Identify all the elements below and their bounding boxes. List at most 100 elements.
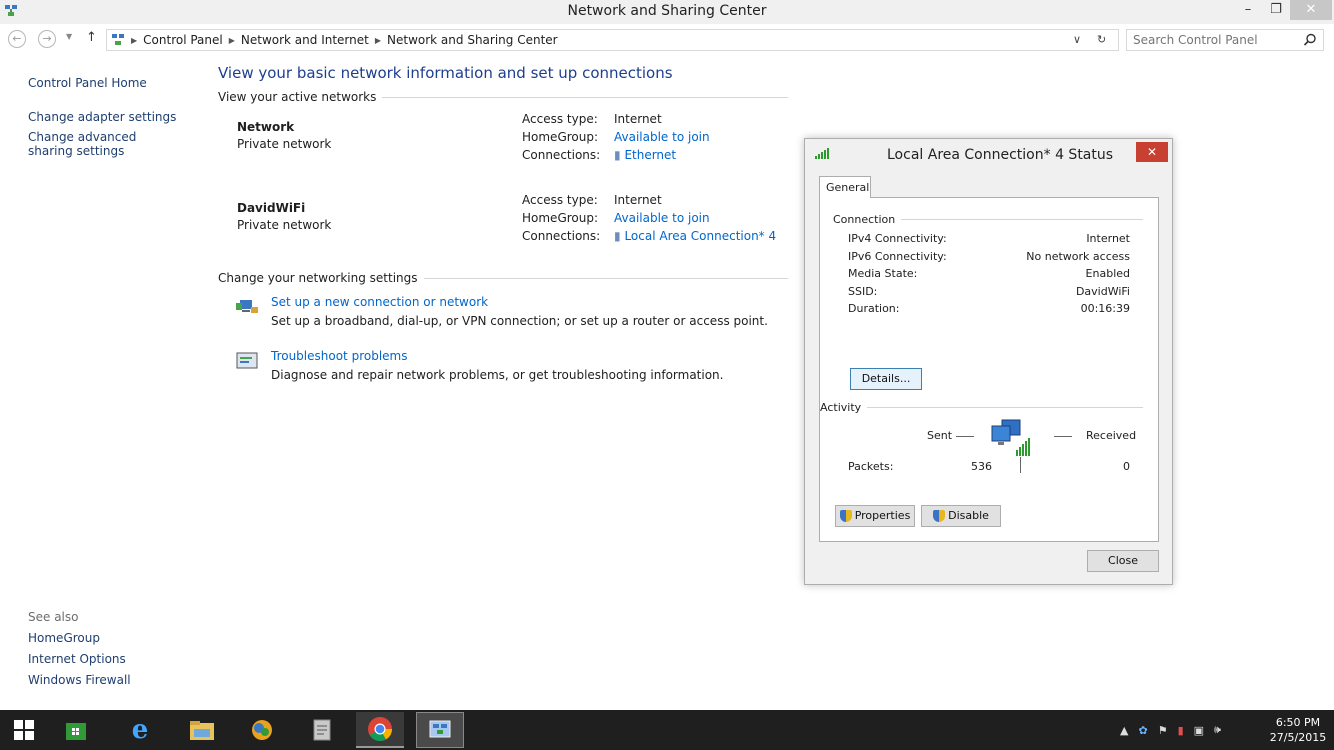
action-center-flag-icon[interactable]: ⚑ <box>1158 724 1168 737</box>
clock-time: 6:50 PM <box>1275 716 1321 729</box>
crumb-control-panel[interactable]: Control Panel <box>143 33 223 47</box>
network-properties: Access type: Internet HomeGroup: Available… <box>522 191 776 245</box>
access-type-value: Internet <box>614 112 662 126</box>
new-connection-icon <box>236 300 258 313</box>
active-networks-header: View your active networks <box>218 90 788 104</box>
address-dropdown-icon[interactable]: ∨ <box>1073 33 1081 46</box>
network-activity-icon <box>991 419 1030 456</box>
minimize-button[interactable]: – <box>1234 0 1262 20</box>
clock[interactable]: 6:50 PM 27/5/2015 <box>1266 715 1330 745</box>
connections-label: Connections: <box>522 229 601 243</box>
setup-connection-link[interactable]: Set up a new connection or network <box>271 295 488 309</box>
network-category[interactable]: Private network <box>237 137 331 151</box>
ethernet-connection-link[interactable]: ▮ Ethernet <box>614 146 676 164</box>
network-center-taskbar-button[interactable] <box>416 712 464 748</box>
networking-settings-header: Change your networking settings <box>218 271 788 285</box>
left-navigation: Control Panel Home Change adapter settin… <box>28 76 198 164</box>
change-advanced-sharing-settings-link[interactable]: Change advanced sharing settings <box>28 130 178 158</box>
breadcrumb-separator-icon[interactable]: ▶ <box>131 36 137 45</box>
wifi-connection-link[interactable]: ▮ Local Area Connection* 4 <box>614 227 776 245</box>
app-tray-icon[interactable]: ✿ <box>1138 724 1147 737</box>
signal-strength-icon <box>815 148 829 159</box>
troubleshoot-link[interactable]: Troubleshoot problems <box>271 349 407 363</box>
search-icon[interactable] <box>1303 33 1317 47</box>
windows-logo-icon <box>14 720 34 740</box>
crumb-network-and-sharing-center[interactable]: Network and Sharing Center <box>387 33 558 47</box>
search-input[interactable] <box>1133 33 1293 47</box>
homegroup-label: HomeGroup: <box>522 211 599 225</box>
dialog-close-x-button[interactable]: ✕ <box>1136 142 1168 162</box>
network-tray-icon[interactable]: ▣ <box>1194 724 1204 737</box>
notepad-taskbar-button[interactable] <box>298 712 346 748</box>
search-box[interactable] <box>1126 29 1324 51</box>
app-taskbar-button[interactable] <box>238 712 286 748</box>
disable-button[interactable]: Disable <box>921 505 1001 527</box>
start-button[interactable] <box>0 712 48 748</box>
store-taskbar-button[interactable] <box>52 712 100 748</box>
network-name: DavidWiFi <box>237 201 306 215</box>
packets-received-value: 0 <box>1123 460 1130 473</box>
volume-icon[interactable]: 🕪 <box>1214 723 1221 737</box>
windows-firewall-link[interactable]: Windows Firewall <box>28 673 131 687</box>
details-button[interactable]: Details... <box>850 368 922 390</box>
change-adapter-settings-link[interactable]: Change adapter settings <box>28 110 198 124</box>
file-explorer-icon <box>190 721 214 740</box>
network-entry: Network Private network Access type: Inte… <box>218 110 788 190</box>
packets-sent-value: 536 <box>971 460 992 473</box>
notepad-icon <box>313 719 331 741</box>
back-button[interactable]: ← <box>8 30 26 48</box>
ethernet-icon: ▮ <box>614 148 621 162</box>
properties-button[interactable]: Properties <box>835 505 915 527</box>
internet-options-link[interactable]: Internet Options <box>28 652 131 666</box>
breadcrumb-separator-icon[interactable]: ▶ <box>229 36 235 45</box>
uac-shield-icon <box>933 510 946 522</box>
refresh-icon[interactable]: ↻ <box>1097 33 1106 46</box>
status-row: SSID: DavidWiFi <box>848 285 1130 298</box>
packets-label: Packets: <box>848 460 894 473</box>
recent-locations-chevron-icon[interactable]: ▼ <box>66 32 72 41</box>
up-arrow-button[interactable]: ↑ <box>86 30 97 45</box>
general-panel: Connection IPv4 Connectivity: Internet IP… <box>819 197 1159 542</box>
title-bar: Network and Sharing Center – ❐ ✕ <box>0 0 1334 24</box>
control-panel-home-link[interactable]: Control Panel Home <box>28 76 198 90</box>
file-explorer-taskbar-button[interactable] <box>178 712 226 748</box>
homegroup-label: HomeGroup: <box>522 130 599 144</box>
network-category[interactable]: Private network <box>237 218 331 232</box>
restore-button[interactable]: ❐ <box>1262 0 1290 20</box>
status-row: Duration: 00:16:39 <box>848 302 1130 315</box>
internet-explorer-taskbar-button[interactable]: e <box>116 712 164 748</box>
homegroup-link[interactable]: Available to join <box>614 209 710 227</box>
clock-date: 27/5/2015 <box>1269 731 1327 744</box>
homegroup-link[interactable]: HomeGroup <box>28 631 131 645</box>
connection-group-header: Connection <box>833 213 1143 226</box>
chrome-taskbar-button[interactable] <box>356 712 404 748</box>
close-button[interactable]: Close <box>1087 550 1159 572</box>
status-row: Media State: Enabled <box>848 267 1130 280</box>
show-hidden-icons-chevron-icon[interactable]: ▲ <box>1120 724 1128 737</box>
activity-group-header: Activity <box>820 401 1143 414</box>
network-entry: DavidWiFi Private network Access type: In… <box>218 191 788 271</box>
chrome-icon <box>368 717 392 742</box>
close-window-button[interactable]: ✕ <box>1290 0 1332 20</box>
page-title: View your basic network information and … <box>218 64 673 82</box>
tab-general[interactable]: General <box>819 176 871 198</box>
sent-label: Sent <box>927 429 953 442</box>
adapter-icon: ▮ <box>614 229 621 243</box>
battery-icon[interactable]: ▮ <box>1178 724 1184 737</box>
see-also-header: See also <box>28 610 79 624</box>
homegroup-link[interactable]: Available to join <box>614 128 710 146</box>
dialog-title-bar[interactable]: Local Area Connection* 4 Status ✕ <box>805 139 1172 169</box>
breadcrumb-separator-icon[interactable]: ▶ <box>375 36 381 45</box>
internet-explorer-icon: e <box>131 715 149 745</box>
crumb-network-and-internet[interactable]: Network and Internet <box>241 33 369 47</box>
forward-button[interactable]: → <box>38 30 56 48</box>
status-row: IPv6 Connectivity: No network access <box>848 250 1130 263</box>
network-center-icon <box>429 720 451 738</box>
network-properties: Access type: Internet HomeGroup: Available… <box>522 110 710 164</box>
address-bar[interactable]: ▶ Control Panel ▶ Network and Internet ▶… <box>106 29 1119 51</box>
received-label: Received <box>1086 429 1137 442</box>
connections-label: Connections: <box>522 148 601 162</box>
main-content: View your basic network information and … <box>218 64 788 401</box>
window-title: Network and Sharing Center <box>567 3 767 19</box>
address-row: ← → ▼ ↑ ▶ Control Panel ▶ Network and In… <box>0 26 1334 54</box>
